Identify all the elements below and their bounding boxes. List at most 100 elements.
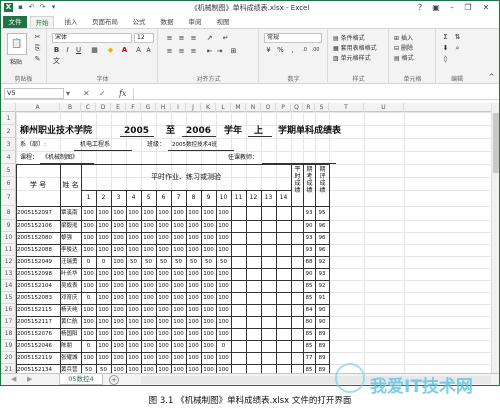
clear-icon[interactable]: ◊ [441,55,450,64]
column-header[interactable]: E [111,103,126,112]
add-sheet-icon[interactable]: + [109,375,119,385]
cell-styles-button[interactable]: ▨ 单元格样式 [333,53,371,62]
format-cells-button[interactable]: ▤ 格式 [394,53,414,62]
column-header[interactable]: D [96,103,111,112]
vertical-scroll-thumb[interactable] [493,113,499,173]
orientation-icon[interactable]: ↗ [205,34,214,43]
column-header[interactable]: L [216,103,231,112]
close-icon[interactable]: ✕ [479,2,493,13]
column-header[interactable]: G [141,103,156,112]
merge-center-icon[interactable]: ⊞ [229,47,238,56]
italic-icon[interactable]: I [63,46,72,55]
column-header[interactable]: S [315,103,329,112]
align-middle-icon[interactable]: ≡ [177,34,186,43]
delete-cells-button[interactable]: ⊟ 删除 [394,43,413,52]
row-header[interactable]: 18 [1,328,16,340]
cancel-entry-icon[interactable]: ✕ [83,88,90,99]
percent-icon[interactable]: % [276,46,285,55]
comma-style-icon[interactable]: , [288,46,297,55]
restore-icon[interactable]: ❐ [461,2,475,13]
cell-area[interactable]: 柳州职业技术学院 2005 至 2006 学年上学期单科成绩表 系（部）: 机电工程系 班级：… [16,112,491,373]
tab-page-layout[interactable]: 页面布局 [87,16,123,28]
autosum-icon[interactable]: Σ [441,33,450,42]
row-header[interactable]: 19 [1,340,16,352]
column-header[interactable]: R [303,103,315,112]
row-header[interactable]: 16 [1,304,16,316]
row-header[interactable]: 10 [1,232,16,244]
vertical-scrollbar[interactable] [491,103,499,373]
decrease-indent-icon[interactable]: ⇤ [205,47,214,56]
column-header[interactable]: O [261,103,276,112]
sort-filter-icon[interactable]: ⇅ [453,33,462,42]
column-header[interactable]: Q [291,103,303,112]
underline-icon[interactable]: U [74,46,83,55]
row-header[interactable]: 1 [1,112,16,125]
align-left-icon[interactable]: ≡ [165,47,174,56]
cut-icon[interactable]: ✂ [33,33,42,42]
row-header[interactable]: 4 [1,151,16,164]
row-header[interactable]: 12 [1,256,16,268]
row-header[interactable]: 6 [1,177,16,190]
bold-icon[interactable]: B [52,46,61,55]
insert-function-icon[interactable]: fx [119,87,126,100]
formula-input[interactable] [133,88,495,99]
column-header[interactable]: M [231,103,246,112]
help-button[interactable]: ? [413,2,427,13]
fill-icon[interactable]: ⬇ [441,44,450,53]
tab-data[interactable]: 数据 [155,16,179,28]
tab-view[interactable]: 视图 [211,16,235,28]
conditional-format-button[interactable]: ▤ 条件格式 [333,33,365,42]
column-header[interactable]: J [186,103,201,112]
row-header[interactable]: 11 [1,244,16,256]
currency-icon[interactable]: ¥ [264,46,273,55]
align-bottom-icon[interactable]: ≡ [189,34,198,43]
collapse-ribbon-icon[interactable]: ^ [487,73,496,82]
align-top-icon[interactable]: ≡ [165,34,174,43]
tab-formulas[interactable]: 公式 [127,16,151,28]
font-name-select[interactable]: 宋体 [52,33,132,43]
column-header[interactable]: I [171,103,186,112]
row-header[interactable]: 15 [1,292,16,304]
paste-button[interactable]: 粘贴 [10,57,22,66]
horizontal-scrollbar[interactable] [141,376,491,384]
copy-icon[interactable]: ⎘ [33,44,42,53]
column-header[interactable]: C [81,103,96,112]
tab-review[interactable]: 审阅 [183,16,207,28]
select-all-corner[interactable] [1,103,16,112]
paste-icon[interactable]: 📋 [7,33,27,55]
increase-decimal-icon[interactable]: .0 [300,46,309,55]
minimize-icon[interactable]: – [445,2,459,13]
column-header[interactable]: H [156,103,171,112]
row-header[interactable]: 8 [1,206,16,220]
row-header[interactable]: 17 [1,316,16,328]
row-header[interactable]: 20 [1,352,16,364]
row-header[interactable]: 3 [1,138,16,151]
tab-home[interactable]: 开始 [30,16,54,28]
insert-cells-button[interactable]: ⊞ 插入 [394,33,413,42]
borders-icon[interactable]: ▦ [90,46,99,55]
align-right-icon[interactable]: ≡ [189,47,198,56]
row-header[interactable]: 14 [1,280,16,292]
name-box[interactable]: V5 [4,88,64,99]
column-header[interactable]: B [60,103,81,112]
name-box-dropdown-icon[interactable]: ▾ [66,88,70,99]
confirm-entry-icon[interactable]: ✓ [99,88,106,99]
tab-file[interactable]: 文件 [3,16,27,28]
row-header[interactable]: 21 [1,364,16,373]
wrap-text-icon[interactable]: ↵ [221,34,230,43]
fill-color-icon[interactable]: ◆ [106,46,115,55]
grow-font-icon[interactable]: A [134,46,143,55]
next-sheet-icon[interactable]: ▶ [27,375,32,383]
align-center-icon[interactable]: ≡ [177,47,186,56]
increase-indent-icon[interactable]: ⇥ [215,47,224,56]
ribbon-display-icon[interactable]: ▣ [429,2,443,13]
shrink-font-icon[interactable]: A [144,46,153,55]
tab-insert[interactable]: 插入 [59,16,83,28]
column-header[interactable]: A [16,103,60,112]
font-size-select[interactable]: 12 [134,33,154,43]
format-painter-icon[interactable]: ✎ [33,55,42,64]
row-header[interactable]: 13 [1,268,16,280]
column-header[interactable]: P [276,103,291,112]
format-as-table-button[interactable]: ▦ 套用表格格式 [333,43,377,52]
column-header[interactable]: K [201,103,216,112]
